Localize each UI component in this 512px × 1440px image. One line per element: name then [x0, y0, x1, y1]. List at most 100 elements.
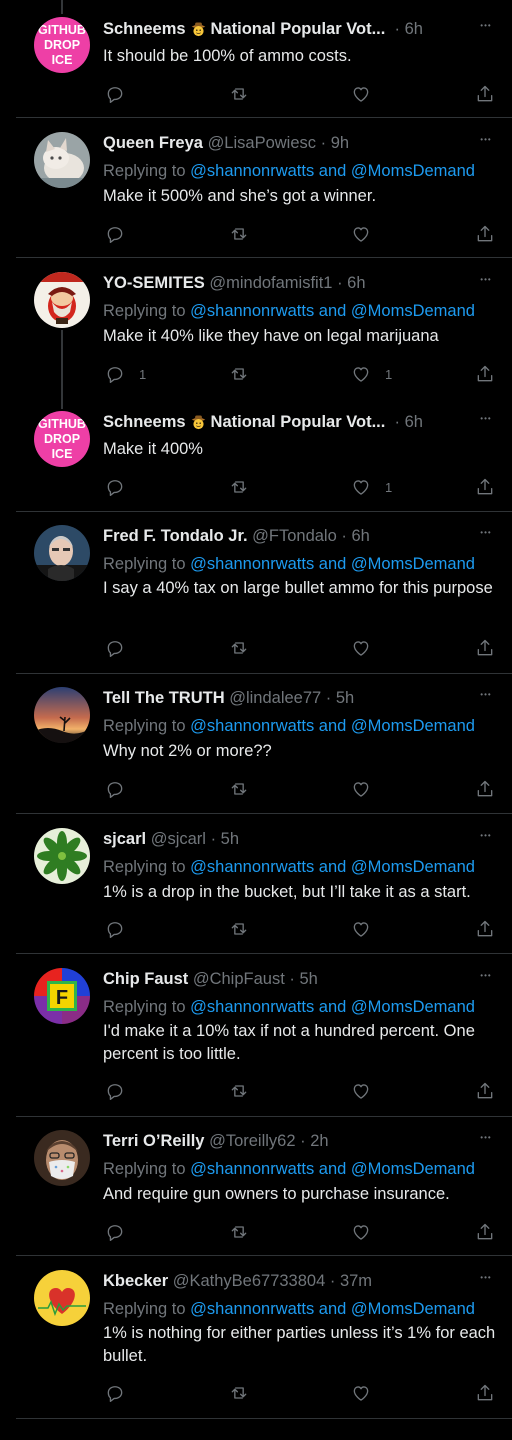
retweet-button[interactable]: [229, 362, 263, 386]
like-button[interactable]: 1: [351, 475, 392, 499]
author-handle[interactable]: @LisaPowiesc: [208, 134, 316, 152]
share-button[interactable]: [475, 1381, 495, 1405]
tweet-timestamp[interactable]: 6h: [405, 413, 423, 431]
author-name[interactable]: Terri O’Reilly: [103, 1132, 204, 1150]
more-options-icon[interactable]: •••: [474, 965, 498, 987]
reply-button[interactable]: [105, 777, 139, 801]
like-button[interactable]: [351, 82, 385, 106]
author-handle[interactable]: @ChipFaust: [193, 970, 285, 988]
replying-to-mentions[interactable]: @shannonrwatts and @MomsDemand: [190, 998, 475, 1016]
replying-to-mentions[interactable]: @shannonrwatts and @MomsDemand: [190, 162, 475, 180]
share-button[interactable]: [475, 636, 495, 660]
retweet-button[interactable]: [229, 475, 263, 499]
author-handle[interactable]: @mindofamisfit1: [209, 274, 332, 292]
retweet-button[interactable]: [229, 222, 263, 246]
author-name[interactable]: Fred F. Tondalo Jr.: [103, 527, 248, 545]
retweet-button[interactable]: [229, 636, 263, 660]
tweet[interactable]: GITHUB DROP ICE Schneems National Popular Vo…: [0, 397, 512, 512]
tweet-timestamp[interactable]: 2h: [310, 1132, 328, 1150]
avatar[interactable]: [34, 687, 90, 743]
tweet-timestamp[interactable]: 5h: [299, 970, 317, 988]
tweet-timestamp[interactable]: 6h: [351, 527, 369, 545]
reply-button[interactable]: [105, 222, 139, 246]
share-button[interactable]: [475, 222, 495, 246]
share-button[interactable]: [475, 362, 495, 386]
author-name[interactable]: YO-SEMITES: [103, 274, 205, 292]
like-button[interactable]: [351, 636, 385, 660]
tweet[interactable]: Terri O’Reilly @Toreilly62 · 2h ••• Replyi…: [0, 1116, 512, 1256]
tweet[interactable]: YO-SEMITES @mindofamisfit1 · 6h ••• Replyi…: [0, 258, 512, 404]
retweet-button[interactable]: [229, 917, 263, 941]
author-name[interactable]: Kbecker: [103, 1272, 168, 1290]
author-name-suffix[interactable]: National Popular Vot...: [211, 413, 386, 431]
author-name[interactable]: Schneems: [103, 20, 186, 38]
tweet[interactable]: Fred F. Tondalo Jr. @FTondalo · 6h ••• Rep…: [0, 511, 512, 674]
more-options-icon[interactable]: •••: [474, 408, 498, 430]
avatar[interactable]: F: [34, 968, 90, 1024]
like-button[interactable]: [351, 777, 385, 801]
like-button[interactable]: [351, 1220, 385, 1244]
tweet[interactable]: Queen Freya @LisaPowiesc · 9h ••• Replying…: [0, 118, 512, 258]
avatar[interactable]: GITHUB DROP ICE: [34, 411, 90, 467]
tweet[interactable]: Tell The TRUTH @lindalee77 · 5h ••• Replyi…: [0, 673, 512, 814]
reply-button[interactable]: [105, 475, 139, 499]
more-options-icon[interactable]: •••: [474, 129, 498, 151]
avatar[interactable]: [34, 272, 90, 328]
more-options-icon[interactable]: •••: [474, 684, 498, 706]
retweet-button[interactable]: [229, 82, 263, 106]
tweet-timestamp[interactable]: 37m: [340, 1272, 372, 1290]
share-button[interactable]: [475, 1079, 495, 1103]
retweet-button[interactable]: [229, 1381, 263, 1405]
tweet[interactable]: Kbecker @KathyBe67733804 · 37m ••• Replyin…: [0, 1256, 512, 1419]
author-name[interactable]: Chip Faust: [103, 970, 188, 988]
reply-button[interactable]: 1: [105, 362, 146, 386]
tweet-timestamp[interactable]: 9h: [331, 134, 349, 152]
like-button[interactable]: 1: [351, 362, 392, 386]
more-options-icon[interactable]: •••: [474, 1127, 498, 1149]
author-name-suffix[interactable]: National Popular Vot...: [211, 20, 386, 38]
replying-to-mentions[interactable]: @shannonrwatts and @MomsDemand: [190, 1160, 475, 1178]
share-button[interactable]: [475, 82, 495, 106]
tweet[interactable]: F Chip Faust @ChipFaust · 5h ••• Replying t…: [0, 954, 512, 1117]
replying-to-mentions[interactable]: @shannonrwatts and @MomsDemand: [190, 1300, 475, 1318]
more-options-icon[interactable]: •••: [474, 522, 498, 544]
replying-to-mentions[interactable]: @shannonrwatts and @MomsDemand: [190, 717, 475, 735]
replying-to-mentions[interactable]: @shannonrwatts and @MomsDemand: [190, 858, 475, 876]
author-name[interactable]: sjcarl: [103, 830, 146, 848]
reply-button[interactable]: [105, 1381, 139, 1405]
author-handle[interactable]: @Toreilly62: [209, 1132, 295, 1150]
reply-button[interactable]: [105, 636, 139, 660]
tweet-timestamp[interactable]: 6h: [347, 274, 365, 292]
replying-to-mentions[interactable]: @shannonrwatts and @MomsDemand: [190, 555, 475, 573]
like-button[interactable]: [351, 222, 385, 246]
author-handle[interactable]: @lindalee77: [229, 689, 321, 707]
author-handle[interactable]: @sjcarl: [151, 830, 206, 848]
share-button[interactable]: [475, 475, 495, 499]
reply-button[interactable]: [105, 1220, 139, 1244]
tweet[interactable]: GITHUB DROP ICE Schneems National Popular Vo…: [0, 0, 512, 118]
reply-button[interactable]: [105, 1079, 139, 1103]
more-options-icon[interactable]: •••: [474, 15, 498, 37]
share-button[interactable]: [475, 1220, 495, 1244]
tweet-timestamp[interactable]: 5h: [221, 830, 239, 848]
avatar[interactable]: GITHUB DROP ICE: [34, 17, 90, 73]
author-name[interactable]: Schneems: [103, 413, 186, 431]
replying-to-mentions[interactable]: @shannonrwatts and @MomsDemand: [190, 302, 475, 320]
retweet-button[interactable]: [229, 1079, 263, 1103]
avatar[interactable]: [34, 525, 90, 581]
avatar[interactable]: [34, 1130, 90, 1186]
like-button[interactable]: [351, 1381, 385, 1405]
author-name[interactable]: Queen Freya: [103, 134, 203, 152]
tweet-timestamp[interactable]: 5h: [336, 689, 354, 707]
avatar[interactable]: [34, 132, 90, 188]
more-options-icon[interactable]: •••: [474, 825, 498, 847]
avatar[interactable]: [34, 828, 90, 884]
reply-button[interactable]: [105, 917, 139, 941]
retweet-button[interactable]: [229, 1220, 263, 1244]
more-options-icon[interactable]: •••: [474, 269, 498, 291]
avatar[interactable]: [34, 1270, 90, 1326]
share-button[interactable]: [475, 777, 495, 801]
retweet-button[interactable]: [229, 777, 263, 801]
author-handle[interactable]: @KathyBe67733804: [173, 1272, 326, 1290]
reply-button[interactable]: [105, 82, 139, 106]
